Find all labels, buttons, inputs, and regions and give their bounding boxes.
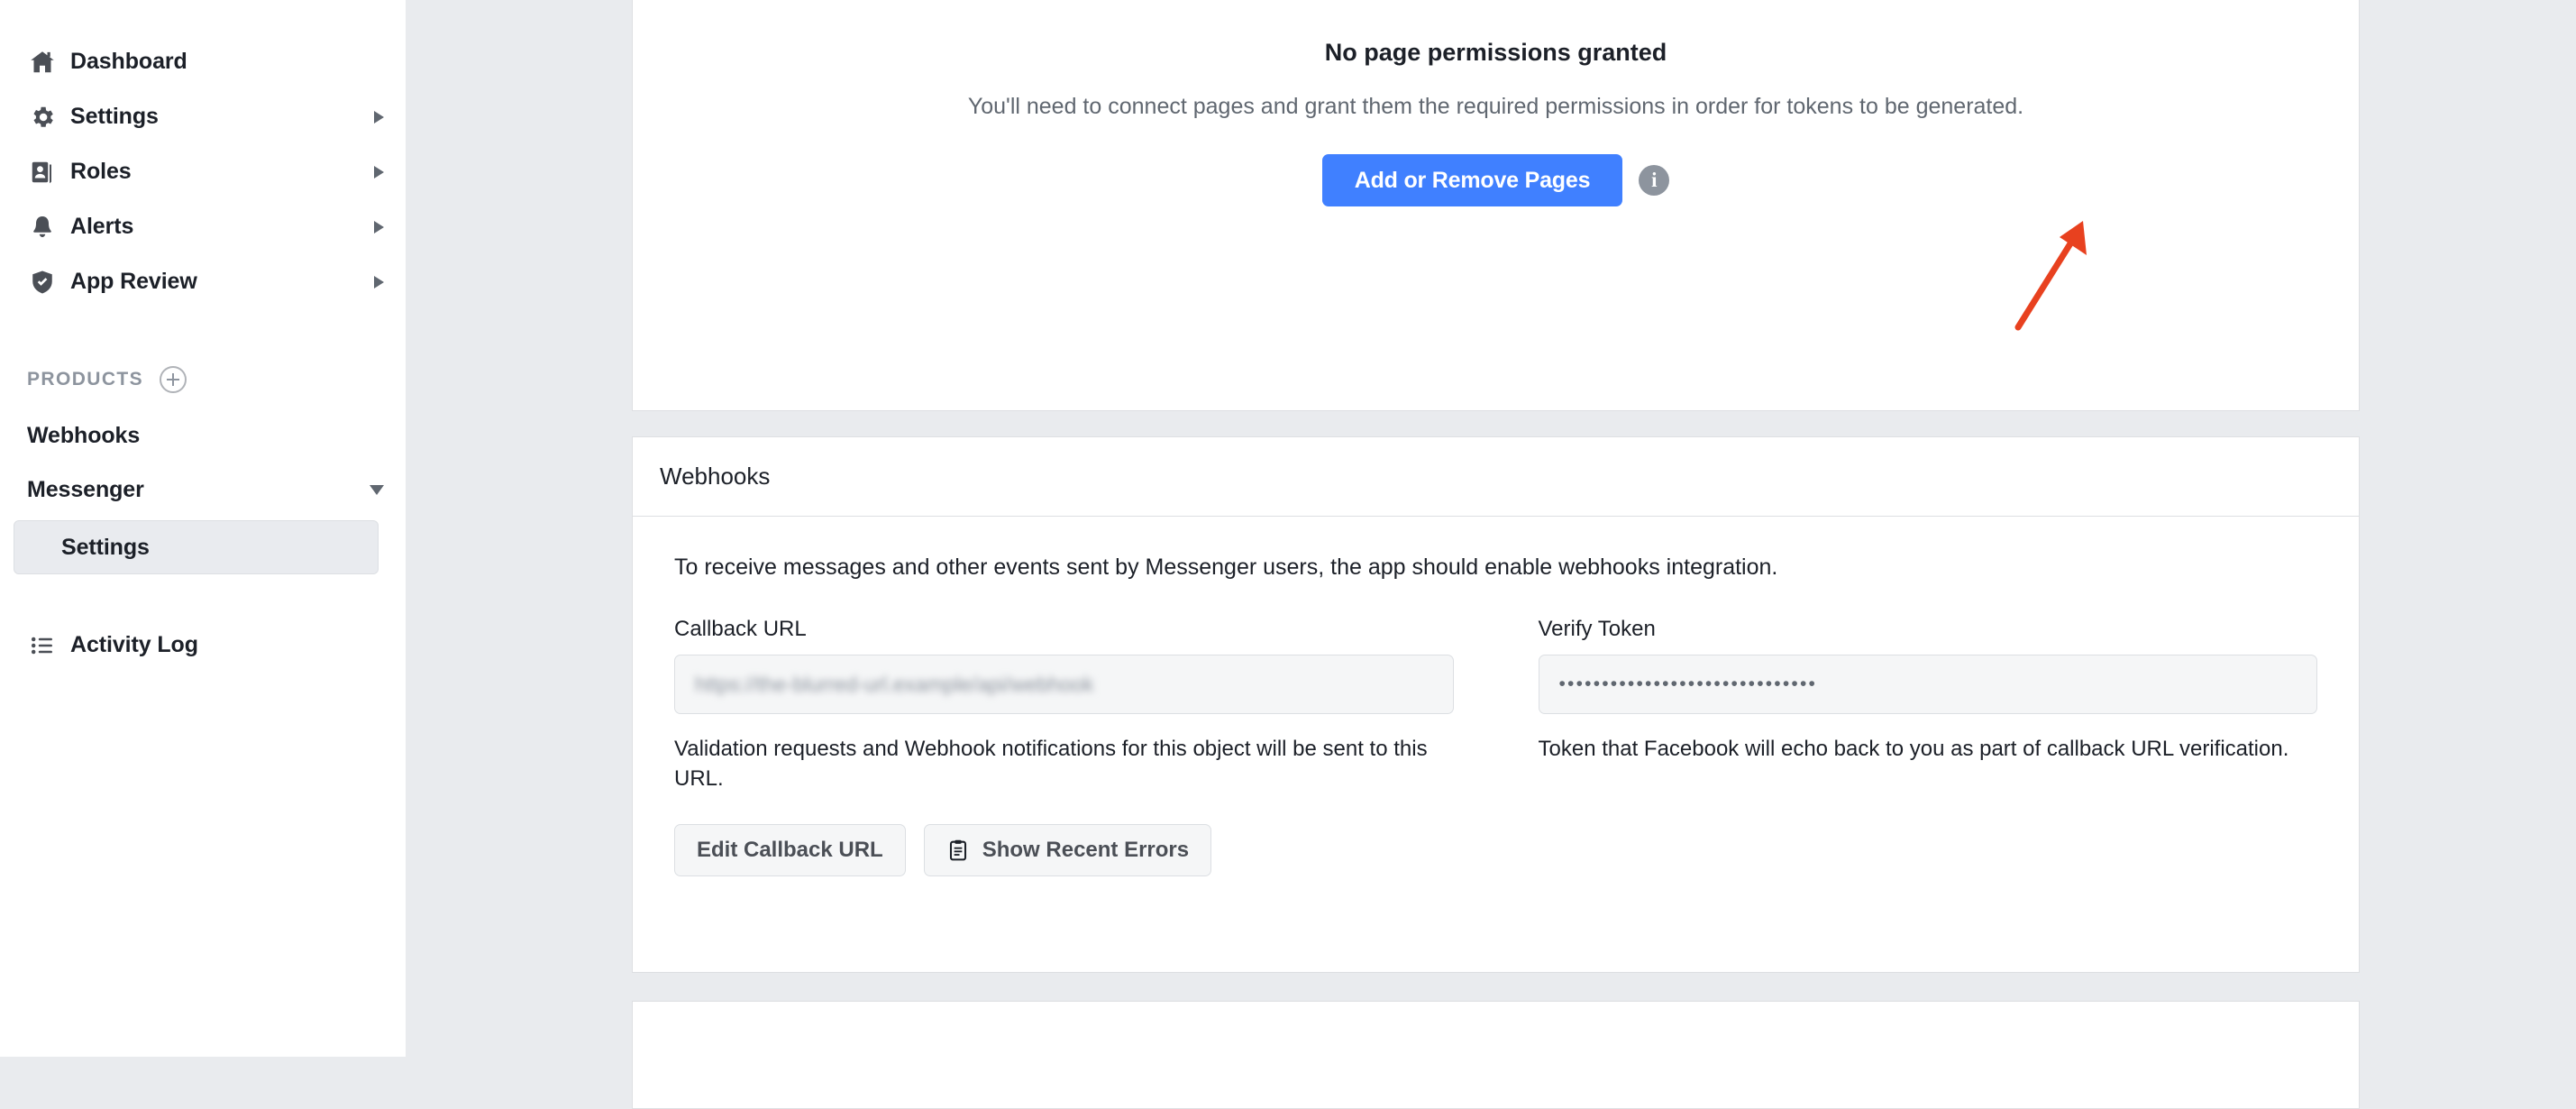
chevron-right-icon — [374, 110, 384, 124]
sidebar-item-label: Roles — [70, 159, 132, 184]
callback-url-help-text: Validation requests and Webhook notifica… — [674, 737, 1428, 792]
sidebar-item-label: Alerts — [70, 214, 134, 239]
webhooks-card-body: To receive messages and other events sen… — [633, 517, 2359, 877]
sidebar-item-webhooks[interactable]: Webhooks — [0, 408, 406, 463]
sidebar-item-messenger[interactable]: Messenger — [0, 463, 406, 517]
verify-token-value: •••••••••••••••••••••••••••••• — [1558, 674, 1818, 694]
list-icon — [27, 630, 58, 661]
next-section-card — [632, 1001, 2360, 1109]
page-permissions-empty-state: No page permissions granted You'll need … — [633, 1, 2359, 206]
webhooks-card-header: Webhooks — [633, 437, 2359, 517]
section-title: Webhooks — [660, 463, 771, 490]
webhooks-actions: Edit Callback URL Show Recent Errors — [674, 824, 2317, 877]
verify-token-label: Verify Token — [1538, 617, 1656, 641]
page-permissions-card: No page permissions granted You'll need … — [632, 0, 2360, 411]
show-recent-errors-label: Show Recent Errors — [982, 838, 1190, 863]
roles-icon — [27, 157, 58, 188]
edit-callback-url-button[interactable]: Edit Callback URL — [674, 824, 906, 877]
webhooks-card: Webhooks To receive messages and other e… — [632, 436, 2360, 973]
chevron-right-icon — [374, 275, 384, 289]
sidebar-item-label: Webhooks — [27, 422, 141, 448]
sidebar-item-alerts[interactable]: Alerts — [0, 199, 406, 254]
sidebar-item-roles[interactable]: Roles — [0, 144, 406, 199]
webhooks-fields: Callback URL https://the-blurred-url.exa… — [674, 617, 2317, 793]
show-recent-errors-button[interactable]: Show Recent Errors — [923, 824, 1212, 877]
sidebar-item-label: Activity Log — [70, 632, 198, 657]
chevron-right-icon — [374, 165, 384, 179]
plus-circle-icon[interactable] — [160, 366, 187, 393]
sidebar-item-activity-log[interactable]: Activity Log — [0, 618, 406, 673]
sidebar: Dashboard Settings Roles Alerts App Revi… — [0, 0, 406, 1057]
page-subtitle: You'll need to connect pages and grant t… — [967, 94, 2024, 119]
info-icon[interactable]: i — [1639, 165, 1670, 196]
edit-callback-url-label: Edit Callback URL — [697, 838, 883, 863]
sidebar-item-label: Dashboard — [70, 49, 187, 74]
sidebar-item-label: Messenger — [27, 476, 144, 502]
callback-url-label: Callback URL — [674, 617, 807, 641]
sidebar-item-label: App Review — [70, 269, 197, 294]
callback-url-value: https://the-blurred-url.example/api/webh… — [695, 672, 1094, 696]
bell-icon — [27, 212, 58, 243]
webhooks-intro-text: To receive messages and other events sen… — [674, 554, 1778, 580]
sidebar-item-settings[interactable]: Settings — [0, 89, 406, 144]
shield-check-icon — [27, 267, 58, 298]
clipboard-icon — [946, 839, 970, 862]
page-title: No page permissions granted — [1324, 39, 1667, 66]
main-content: No page permissions granted You'll need … — [406, 0, 2576, 1109]
permissions-actions: Add or Remove Pages i — [633, 120, 2359, 206]
callback-url-field-group: Callback URL https://the-blurred-url.exa… — [674, 617, 1454, 793]
home-icon — [27, 47, 58, 78]
sidebar-item-dashboard[interactable]: Dashboard — [0, 34, 406, 89]
verify-token-field-group: Verify Token •••••••••••••••••••••••••••… — [1538, 617, 2317, 793]
sidebar-item-app-review[interactable]: App Review — [0, 254, 406, 309]
chevron-down-icon — [370, 484, 384, 495]
callback-url-input[interactable]: https://the-blurred-url.example/api/webh… — [674, 655, 1454, 714]
verify-token-help-text: Token that Facebook will echo back to yo… — [1538, 737, 2289, 761]
verify-token-input[interactable]: •••••••••••••••••••••••••••••• — [1538, 655, 2317, 714]
add-or-remove-pages-button[interactable]: Add or Remove Pages — [1321, 154, 1623, 206]
sidebar-item-messenger-settings[interactable]: Settings — [14, 520, 379, 574]
chevron-right-icon — [374, 220, 384, 234]
sidebar-item-label: Settings — [70, 104, 159, 129]
gear-icon — [27, 102, 58, 133]
products-label: PRODUCTS — [27, 369, 144, 390]
arrow-annotation-icon — [2014, 221, 2087, 331]
sidebar-item-label: Settings — [61, 534, 150, 560]
products-section-header: PRODUCTS — [0, 360, 406, 399]
